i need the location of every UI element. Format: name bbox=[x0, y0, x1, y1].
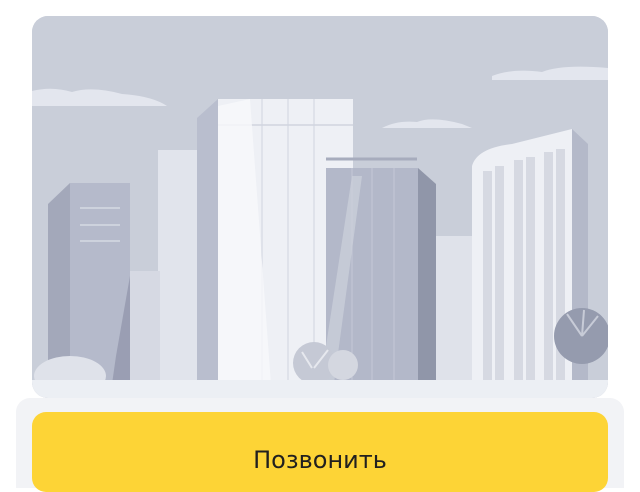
city-skyline-illustration bbox=[32, 16, 608, 398]
skyline-illustration-card bbox=[32, 16, 608, 398]
call-button-label: Позвонить bbox=[253, 446, 387, 474]
call-button[interactable]: Позвонить bbox=[32, 412, 608, 492]
